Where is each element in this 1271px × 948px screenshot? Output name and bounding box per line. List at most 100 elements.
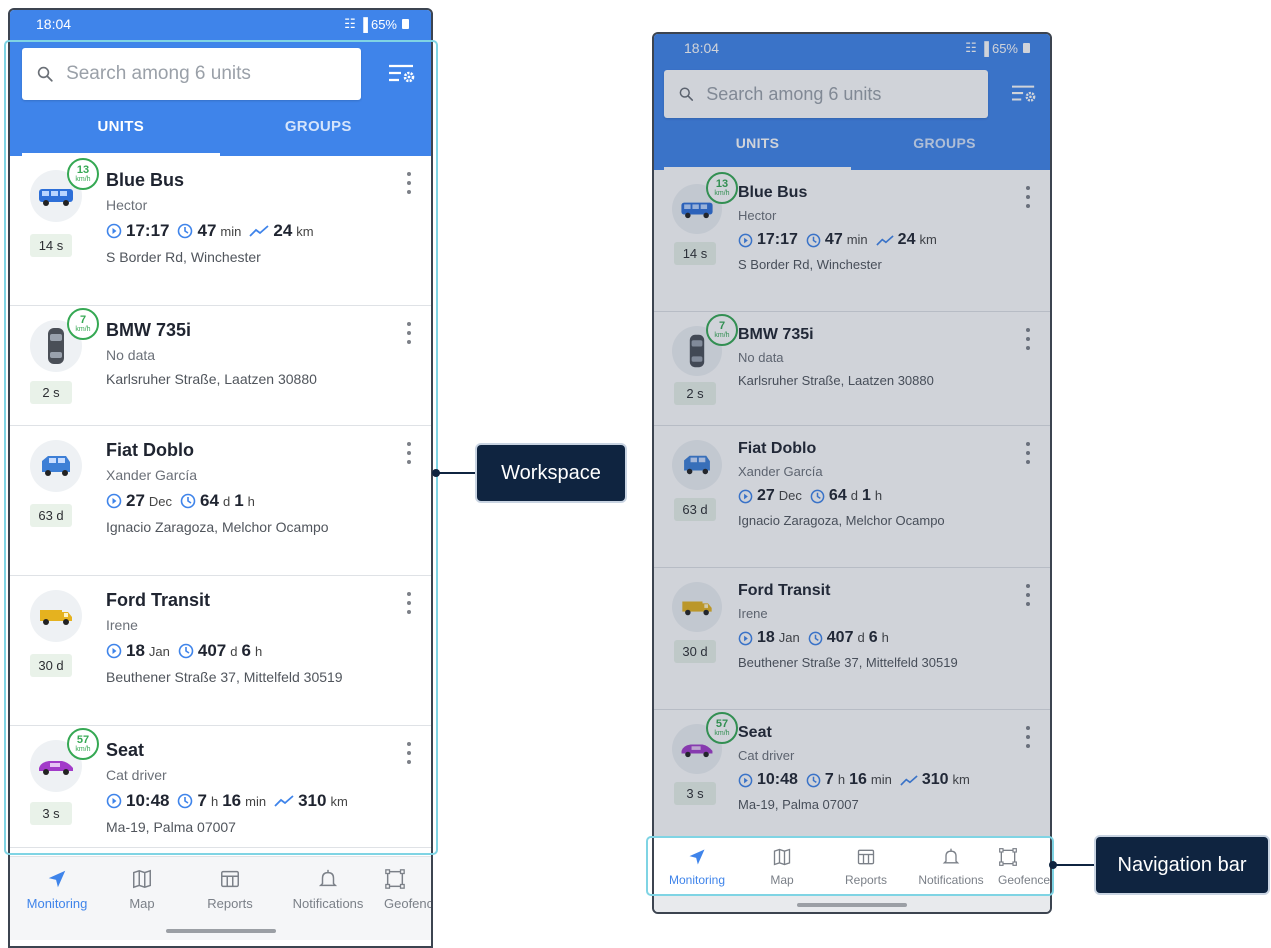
trip-date-day: 18 bbox=[126, 641, 145, 660]
battery-icon bbox=[402, 19, 409, 29]
more-options-icon[interactable] bbox=[1022, 186, 1034, 208]
speed-badge: 57 km/h bbox=[67, 728, 99, 760]
unit-card-bmw-735i[interactable]: 7 km/h 2 s BMW 735i No data Karlsruher St… bbox=[10, 306, 431, 426]
unit-address: S Border Rd, Winchester bbox=[738, 257, 882, 272]
unit-name: Fiat Doblo bbox=[106, 440, 194, 460]
nav-item-reports[interactable]: Reports bbox=[180, 857, 280, 922]
trip-stats: 17:17 47 min 24 km bbox=[738, 231, 1036, 249]
unit-card-fiat-doblo[interactable]: 63 d Fiat Doblo Xander García 27 Dec 64 d 1… bbox=[654, 426, 1050, 568]
unit-card-seat[interactable]: 57 km/h 3 s Seat Cat driver 10:48 7 h 16 min… bbox=[654, 710, 1050, 832]
unit-card-ford-transit[interactable]: 30 d Ford Transit Irene 18 Jan 407 d 6 h Beu… bbox=[10, 576, 431, 726]
duration-unit: d bbox=[850, 488, 858, 503]
nav-label: Monitoring bbox=[26, 896, 88, 911]
yellow-truck-icon bbox=[672, 582, 722, 632]
filter-settings-button[interactable] bbox=[998, 71, 1038, 117]
unit-card-fiat-doblo[interactable]: 63 d Fiat Doblo Xander García 27 Dec 64 d 1… bbox=[10, 426, 431, 576]
duration-value: 64 bbox=[828, 487, 847, 504]
mileage-value: 24 bbox=[273, 221, 293, 240]
wifi-icon: ☷ bbox=[965, 40, 977, 55]
search-input[interactable] bbox=[706, 83, 974, 105]
trip-date-day: 27 bbox=[126, 491, 145, 510]
nav-item-geofences[interactable]: Geofences bbox=[994, 837, 1050, 896]
driver-name: Irene bbox=[738, 606, 768, 621]
more-options-icon[interactable] bbox=[1022, 442, 1034, 464]
units-list: 13 km/h 14 s Blue Bus Hector 17:17 47 min … bbox=[10, 156, 431, 848]
unit-address: Karlsruher Straße, Laatzen 30880 bbox=[106, 371, 317, 387]
more-options-icon[interactable] bbox=[403, 172, 415, 194]
unit-card-blue-bus[interactable]: 13 km/h 14 s Blue Bus Hector 17:17 47 min … bbox=[654, 170, 1050, 312]
unit-address: Ignacio Zaragoza, Melchor Ocampo bbox=[738, 513, 945, 528]
reports-icon bbox=[221, 870, 239, 888]
nav-item-monitoring[interactable]: Monitoring bbox=[10, 857, 104, 922]
speed-badge: 57 km/h bbox=[706, 712, 738, 744]
mileage-icon bbox=[900, 774, 918, 786]
home-indicator[interactable] bbox=[10, 922, 431, 940]
more-options-icon[interactable] bbox=[1022, 584, 1034, 606]
yellow-truck-icon bbox=[30, 590, 82, 642]
phone-screen-workspace: 18:04 ☷ ▐ 65% UNITS GROUPS bbox=[8, 8, 433, 948]
unit-address: S Border Rd, Winchester bbox=[106, 249, 261, 265]
unit-card-ford-transit[interactable]: 30 d Ford Transit Irene 18 Jan 407 d 6 h Beu… bbox=[654, 568, 1050, 710]
more-options-icon[interactable] bbox=[403, 322, 415, 344]
status-icons: ☷ ▐ 65% bbox=[344, 16, 409, 32]
unit-card-seat[interactable]: 57 km/h 3 s Seat Cat driver 10:48 7 h 16 min… bbox=[10, 726, 431, 848]
unit-name: BMW 735i bbox=[738, 326, 814, 343]
tab-groups[interactable]: GROUPS bbox=[851, 118, 1038, 170]
tab-groups[interactable]: GROUPS bbox=[220, 100, 418, 156]
unit-name: Seat bbox=[738, 724, 772, 741]
nav-item-geofences[interactable]: Geofences bbox=[376, 857, 431, 922]
driver-name: Cat driver bbox=[106, 767, 167, 783]
nav-item-reports[interactable]: Reports bbox=[824, 837, 908, 896]
trip-stats: 27 Dec 64 d 1 h bbox=[106, 491, 417, 511]
nav-item-notifications[interactable]: Notifications bbox=[908, 837, 994, 896]
more-options-icon[interactable] bbox=[403, 592, 415, 614]
trip-date-month: Dec bbox=[148, 494, 173, 509]
blue-van-icon bbox=[672, 440, 722, 490]
duration-unit: h bbox=[210, 794, 219, 809]
driver-name: Xander García bbox=[738, 464, 823, 479]
status-time: 18:04 bbox=[684, 40, 720, 56]
duration-value: 7 bbox=[197, 791, 207, 810]
more-options-icon[interactable] bbox=[1022, 328, 1034, 350]
search-input[interactable] bbox=[66, 63, 347, 85]
unit-card-bmw-735i[interactable]: 7 km/h 2 s BMW 735i No data Karlsruher St… bbox=[654, 312, 1050, 426]
nav-item-map[interactable]: Map bbox=[104, 857, 180, 922]
unit-card-blue-bus[interactable]: 13 km/h 14 s Blue Bus Hector 17:17 47 min … bbox=[10, 156, 431, 306]
tab-units[interactable]: UNITS bbox=[22, 100, 220, 156]
clock-icon bbox=[178, 223, 193, 239]
trip-date-day: 27 bbox=[757, 487, 775, 504]
trip-stats: 10:48 7 h 16 min 310 km bbox=[106, 791, 417, 811]
duration-unit: min bbox=[220, 224, 242, 239]
clock-icon bbox=[808, 631, 823, 645]
tab-units[interactable]: UNITS bbox=[664, 118, 851, 170]
nav-item-monitoring[interactable]: Monitoring bbox=[654, 837, 740, 896]
nav-item-map[interactable]: Map bbox=[740, 837, 824, 896]
filter-settings-icon bbox=[1012, 85, 1036, 102]
search-bar[interactable] bbox=[22, 48, 361, 100]
trip-start-icon bbox=[738, 631, 753, 645]
workspace-callout: Workspace bbox=[477, 445, 625, 501]
duration-unit: d bbox=[857, 630, 865, 645]
driver-name: No data bbox=[738, 350, 784, 365]
unit-tabs: UNITS GROUPS bbox=[664, 118, 1038, 170]
geofence-icon bbox=[999, 847, 1017, 866]
search-bar[interactable] bbox=[664, 70, 988, 118]
speed-badge: 7 km/h bbox=[706, 314, 738, 346]
duration-unit-b: h bbox=[881, 630, 889, 645]
mileage-unit: km bbox=[952, 772, 970, 787]
trip-start-icon bbox=[106, 793, 122, 809]
filter-settings-button[interactable] bbox=[371, 51, 417, 97]
more-options-icon[interactable] bbox=[403, 442, 415, 464]
more-options-icon[interactable] bbox=[1022, 726, 1034, 748]
driver-name: Irene bbox=[106, 617, 138, 633]
home-indicator[interactable] bbox=[654, 896, 1050, 912]
status-icons: ☷ ▐ 65% bbox=[965, 40, 1030, 56]
trip-stats: 10:48 7 h 16 min 310 km bbox=[738, 771, 1036, 789]
trip-stats: 18 Jan 407 d 6 h bbox=[738, 629, 1036, 647]
unit-address: Beuthener Straße 37, Mittelfeld 30519 bbox=[106, 669, 343, 685]
navbar-leader-line bbox=[1053, 864, 1095, 866]
duration-unit-b: min bbox=[245, 794, 267, 809]
nav-item-notifications[interactable]: Notifications bbox=[280, 857, 376, 922]
more-options-icon[interactable] bbox=[403, 742, 415, 764]
unit-name: BMW 735i bbox=[106, 320, 192, 340]
